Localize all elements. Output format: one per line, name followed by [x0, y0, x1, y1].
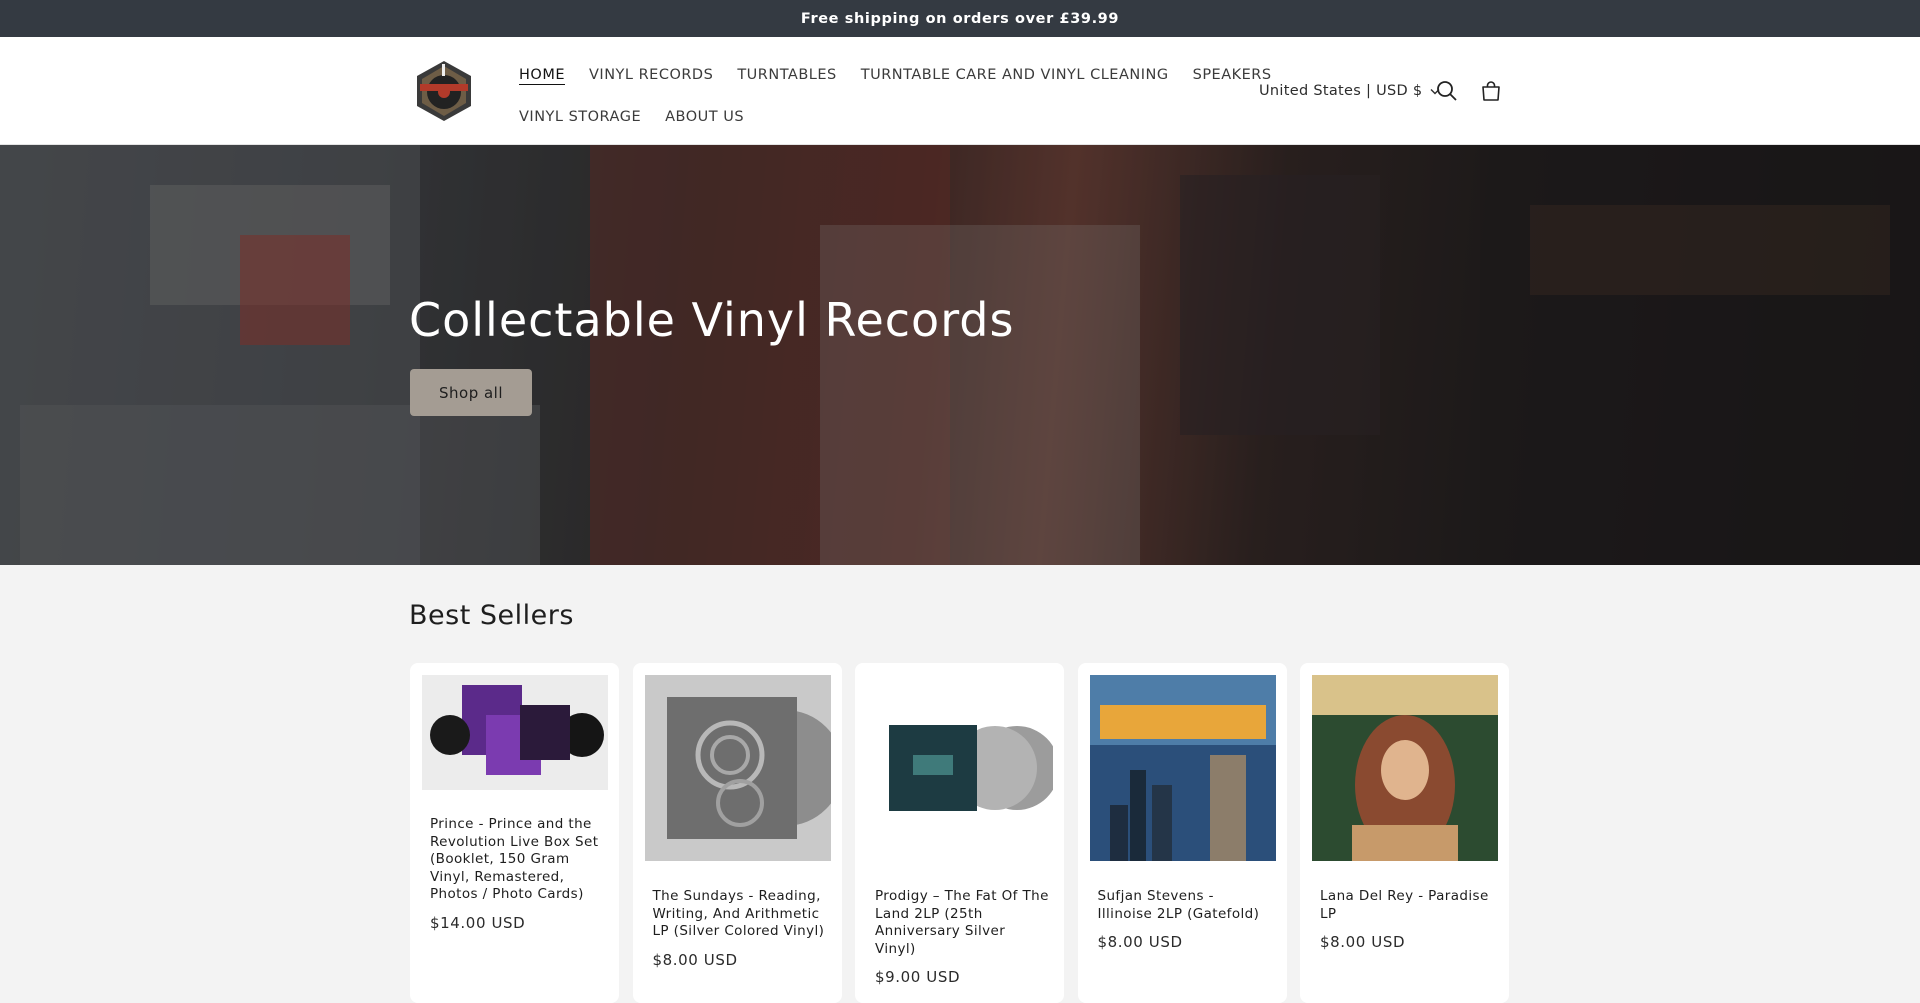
- search-button[interactable]: [1433, 77, 1461, 105]
- product-title[interactable]: Prodigy – The Fat Of The Land 2LP (25th …: [875, 888, 1050, 958]
- product-card-prodigy[interactable]: Prodigy – The Fat Of The Land 2LP (25th …: [855, 663, 1064, 1003]
- nav-vinyl-records[interactable]: VINYL RECORDS: [589, 67, 713, 83]
- product-image[interactable]: [1312, 675, 1498, 861]
- cart-icon: [1482, 81, 1500, 101]
- product-title[interactable]: The Sundays - Reading, Writing, And Arit…: [653, 888, 828, 941]
- product-title[interactable]: Prince - Prince and the Revolution Live …: [430, 816, 605, 904]
- product-image[interactable]: [867, 675, 1053, 861]
- product-card-sundays[interactable]: The Sundays - Reading, Writing, And Arit…: [632, 663, 842, 1003]
- product-card-lana-del-rey[interactable]: Lana Del Rey - Paradise LP $8.00 USD: [1300, 663, 1509, 1003]
- product-title[interactable]: Sufjan Stevens - Illinoise 2LP (Gatefold…: [1098, 888, 1273, 923]
- product-image[interactable]: [1089, 675, 1276, 861]
- product-price: $9.00 USD: [875, 968, 961, 986]
- nav-turntable-care[interactable]: TURNTABLE CARE AND VINYL CLEANING: [861, 67, 1169, 83]
- product-price: $8.00 USD: [652, 950, 738, 969]
- product-price: $14.00 USD: [430, 913, 526, 932]
- hero-banner: Collectable Vinyl Records Shop all: [0, 145, 1920, 565]
- nav-vinyl-storage[interactable]: VINYL STORAGE: [519, 109, 641, 125]
- product-price: $8.00 USD: [1097, 933, 1183, 951]
- search-icon: [1437, 81, 1457, 101]
- cart-button[interactable]: [1477, 77, 1505, 105]
- product-price: $8.00 USD: [1320, 933, 1406, 951]
- product-image[interactable]: [644, 675, 831, 861]
- best-sellers-title: Best Sellers: [409, 600, 574, 631]
- product-image[interactable]: [422, 675, 608, 790]
- site-header: HOME VINYL RECORDS TURNTABLES TURNTABLE …: [0, 37, 1920, 145]
- main-nav: HOME VINYL RECORDS TURNTABLES TURNTABLE …: [519, 55, 1271, 137]
- announcement-text: Free shipping on orders over £39.99: [800, 10, 1120, 27]
- announcement-bar: Free shipping on orders over £39.99: [0, 0, 1920, 37]
- locale-label: United States | USD $: [1259, 83, 1423, 99]
- nav-speakers[interactable]: SPEAKERS: [1193, 67, 1272, 83]
- hero-overlay: [0, 145, 1920, 565]
- product-card-illinoise[interactable]: Sufjan Stevens - Illinoise 2LP (Gatefold…: [1077, 663, 1287, 1003]
- nav-about-us[interactable]: ABOUT US: [665, 109, 744, 125]
- shop-all-button[interactable]: Shop all: [410, 369, 532, 416]
- hero-title: Collectable Vinyl Records: [409, 293, 1015, 347]
- nav-turntables[interactable]: TURNTABLES: [737, 67, 836, 83]
- store-logo[interactable]: [414, 60, 474, 122]
- product-card-prince[interactable]: Prince - Prince and the Revolution Live …: [410, 663, 619, 1003]
- product-grid: Prince - Prince and the Revolution Live …: [410, 663, 1523, 1003]
- nav-home[interactable]: HOME: [519, 67, 565, 83]
- product-title[interactable]: Lana Del Rey - Paradise LP: [1320, 888, 1495, 923]
- country-currency-selector[interactable]: United States | USD $: [1259, 83, 1440, 99]
